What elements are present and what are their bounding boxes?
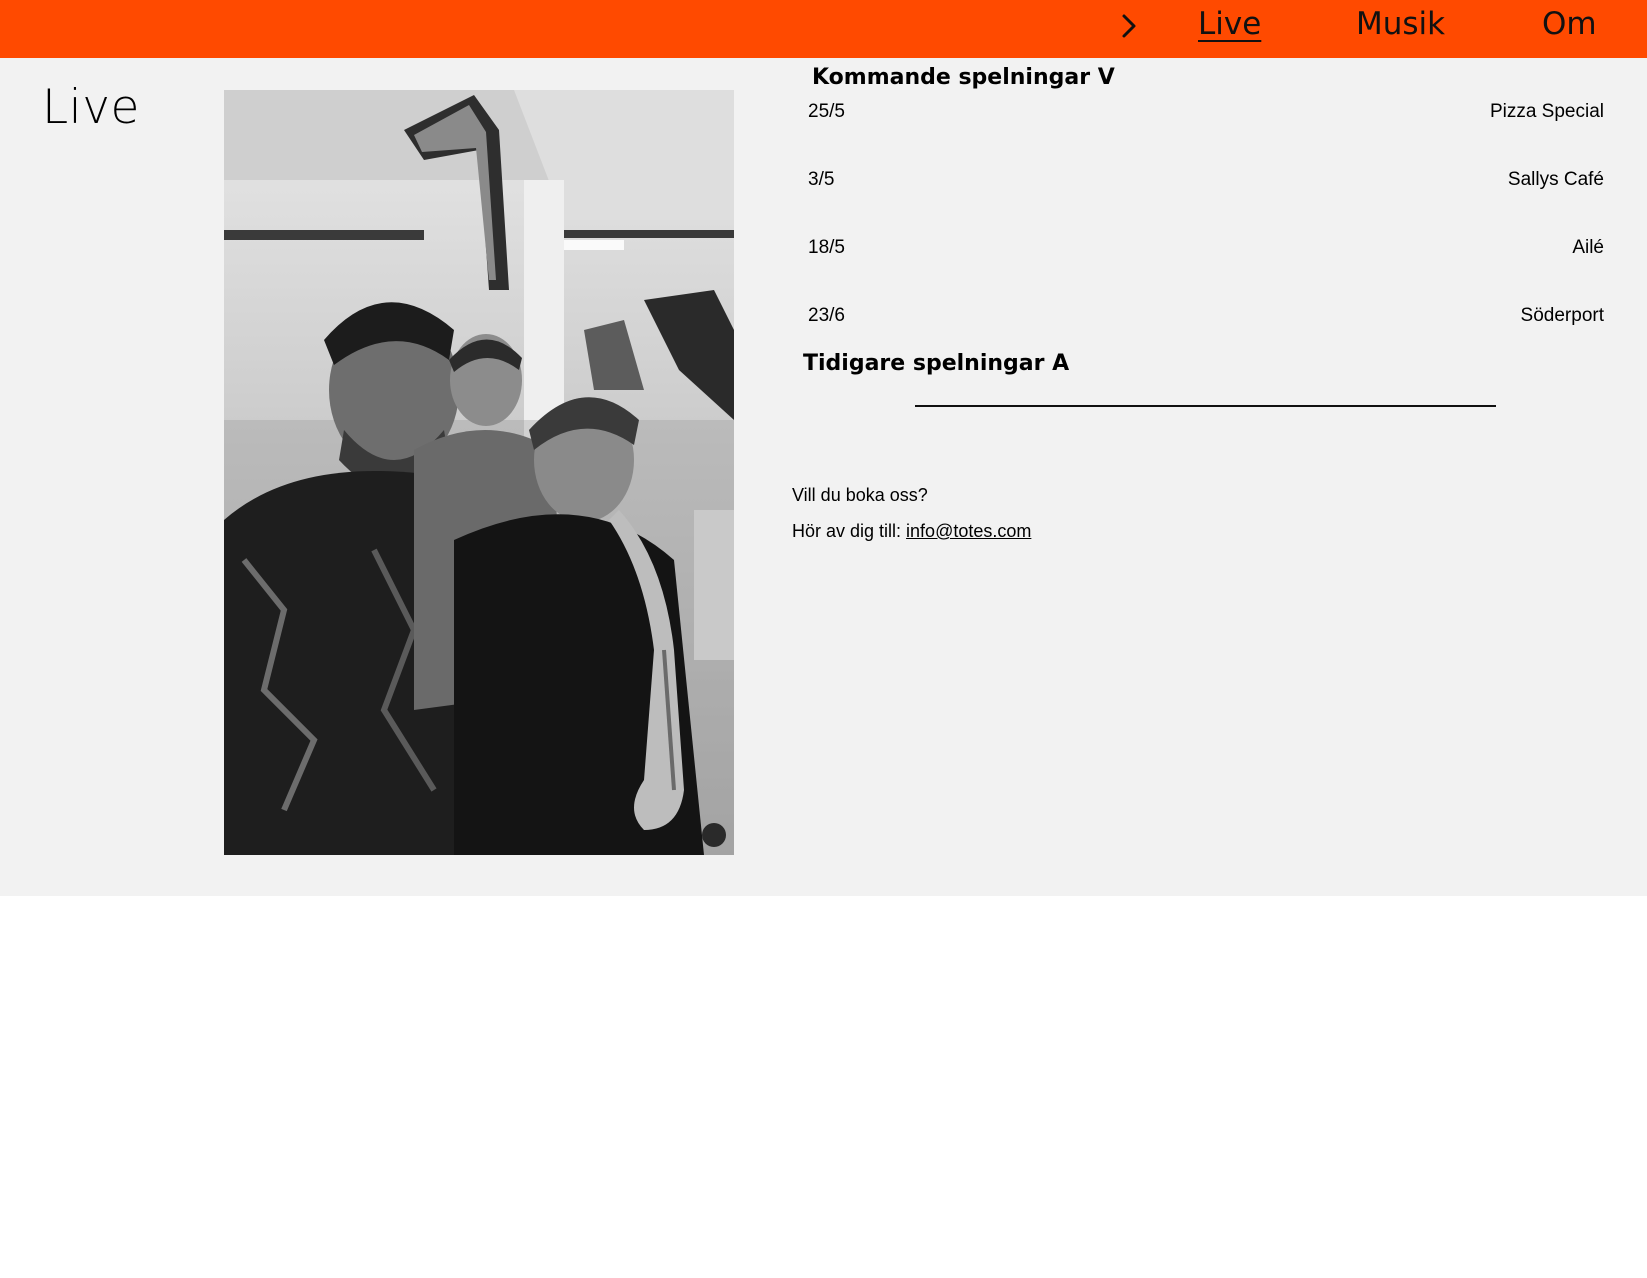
top-navigation-bar: Live Musik Om [0,0,1647,58]
section-divider [915,405,1496,407]
gig-date: 18/5 [808,237,845,258]
booking-question: Vill du boka oss? [792,485,928,505]
booking-prompt-line: Hör av dig till: info@totes.com [792,518,1031,544]
gig-date: 3/5 [808,169,835,190]
gig-venue: Söderport [1520,305,1604,326]
booking-prompt: Hör av dig till: [792,521,907,541]
band-photo-illustration [224,90,734,855]
booking-contact: Vill du boka oss? Hör av dig till: info@… [792,482,1031,554]
gig-venue: Sallys Café [1507,169,1604,190]
band-photo [224,90,734,855]
page-title: Live [42,80,140,135]
chevron-right-icon[interactable] [1115,8,1143,44]
nav-link-musik[interactable]: Musik [1356,4,1445,44]
nav-link-live[interactable]: Live [1198,4,1261,44]
nav-link-om[interactable]: Om [1542,4,1597,44]
gig-venue: Pizza Special [1489,101,1604,122]
gig-row: 3/5 Sallys Café [808,166,1604,234]
email-link[interactable]: info@totes.com [906,521,1031,541]
gig-venue: Ailé [1572,237,1604,258]
gig-row: 25/5 Pizza Special [808,98,1604,166]
gig-date: 25/5 [808,101,845,122]
past-gigs-heading[interactable]: Tidigare spelningar A [803,350,1069,378]
chevron-right-icon-graphic [1122,14,1136,38]
upcoming-gigs-heading[interactable]: Kommande spelningar V [812,64,1115,92]
main-content: Live Kommande spelningar V 25/5 Pizza Sp… [0,58,1647,896]
gig-row: 18/5 Ailé [808,234,1604,302]
upcoming-gigs-list: 25/5 Pizza Special 3/5 Sallys Café 18/5 … [808,98,1604,370]
